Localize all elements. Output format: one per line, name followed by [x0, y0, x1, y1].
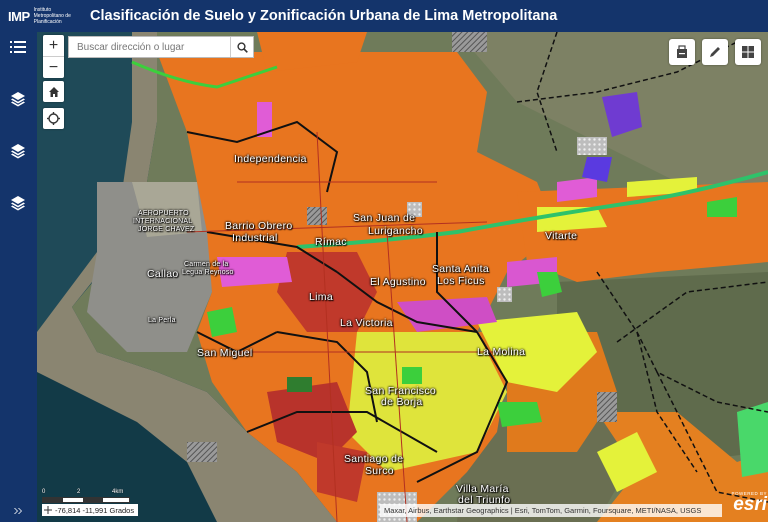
layers-icon[interactable] [7, 192, 29, 214]
logo-text: Instituto Metropolitano de Planificación [33, 7, 71, 25]
map-attribution: Maxar, Airbus, Earthstar Geographics | E… [380, 504, 722, 517]
map-label: Carmen de la [184, 261, 229, 268]
layers-icon[interactable] [7, 88, 29, 110]
search-input[interactable] [69, 37, 230, 57]
map-label: Vitarte [545, 230, 578, 242]
map-label: La Victoria [340, 317, 393, 329]
print-icon [677, 45, 687, 58]
locate-icon [47, 112, 60, 125]
map-label: San Juan de [353, 212, 416, 224]
pencil-icon [710, 47, 720, 57]
double-chevron-right-icon[interactable] [7, 500, 29, 522]
sidebar [0, 32, 37, 522]
coordinate-readout[interactable]: -76,814 -11,991 Grados [42, 504, 139, 516]
scale-label-0: 0 [42, 489, 46, 495]
esri-logo: POWERED BY esri [725, 491, 767, 519]
search-widget [68, 36, 254, 58]
map-label: Industrial [232, 232, 278, 244]
print-button[interactable] [669, 39, 695, 65]
scale-label-4: 4km [112, 489, 124, 495]
map-label: INTERNACIONAL [133, 218, 193, 225]
scale-label-2: 2 [77, 489, 81, 495]
map-label: San Miguel [197, 347, 253, 359]
map-label: Surco [365, 465, 394, 477]
grid-icon [742, 46, 754, 58]
zoom-control: + − [43, 35, 64, 78]
map-label: Santa Anita [432, 263, 490, 275]
locate-button[interactable] [43, 108, 64, 129]
map-label: La Perla [148, 317, 176, 324]
map-label: Rímac [315, 236, 347, 248]
map-label: de Borja [381, 396, 423, 408]
crosshair-icon [44, 506, 52, 514]
map-label: Callao [147, 268, 179, 280]
app-header: IMP Instituto Metropolitano de Planifica… [0, 0, 768, 32]
home-icon [48, 86, 59, 97]
scale-bar-graphic [42, 497, 130, 503]
imp-logo: IMP Instituto Metropolitano de Planifica… [8, 2, 80, 30]
map-label: JORGE CHAVEZ [138, 226, 195, 233]
attribution-text: Maxar, Airbus, Earthstar Geographics | E… [384, 506, 702, 515]
map-label: Santiago de [344, 453, 404, 465]
map-label: Legua Reynoso [182, 269, 234, 276]
map-label: El Agustino [370, 276, 426, 288]
map-label: Independencia [234, 153, 307, 165]
layers-icon[interactable] [7, 140, 29, 162]
zoom-out-button[interactable]: − [43, 56, 64, 78]
map-label: La Molina [477, 346, 526, 358]
esri-wordmark: esri [733, 494, 767, 515]
app-title: Clasificación de Suelo y Zonificación Ur… [90, 8, 558, 24]
logo-mark: IMP [8, 8, 30, 24]
home-button[interactable] [43, 81, 64, 102]
list-icon[interactable] [7, 36, 29, 58]
map-view[interactable]: Independencia San Juan de Lurigancho Bar… [37, 32, 768, 522]
map-label: AEROPUERTO [138, 210, 189, 217]
map-label: Lima [309, 291, 333, 303]
search-button[interactable] [230, 37, 253, 57]
basemap-gallery-button[interactable] [735, 39, 761, 65]
zoom-in-button[interactable]: + [43, 35, 64, 56]
search-icon [236, 41, 248, 53]
coordinate-text: -76,814 -11,991 Grados [55, 505, 135, 515]
map-label: Lurigancho [368, 225, 423, 237]
draw-button[interactable] [702, 39, 728, 65]
scale-bar: 0 2 4km [42, 489, 130, 504]
map-label: Barrio Obrero [225, 220, 293, 232]
map-label: Los Ficus [437, 275, 485, 287]
